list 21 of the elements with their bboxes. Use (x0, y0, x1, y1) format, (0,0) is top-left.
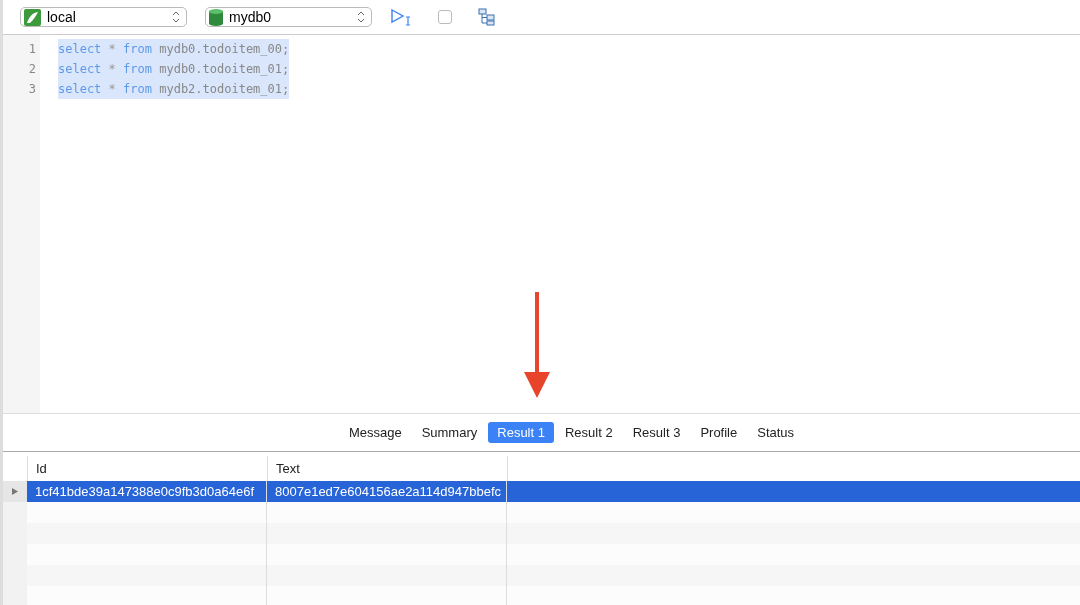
database-select[interactable]: mydb0 (205, 7, 372, 27)
connection-select[interactable]: local (20, 7, 187, 27)
result-tab[interactable]: Profile (691, 422, 747, 443)
database-icon (209, 8, 223, 26)
run-icon[interactable] (390, 8, 412, 26)
table-row[interactable]: 1cf41bde39a147388e0c9fb3d0a64e6f 8007e1ed7e604156ae2a114d947bbefc (3, 481, 1080, 502)
checkbox[interactable] (438, 10, 452, 24)
result-tab[interactable]: Result 3 (623, 422, 690, 443)
line-number: 3 (27, 81, 37, 98)
schema-icon[interactable] (478, 8, 496, 26)
result-tab[interactable]: Summary (412, 422, 487, 443)
line-number: 1 (27, 41, 37, 58)
connection-icon (24, 8, 41, 26)
row-marker-icon (12, 488, 18, 495)
line-number: 2 (27, 61, 37, 78)
result-tab[interactable]: Result 2 (555, 422, 622, 443)
chevron-icon (172, 11, 180, 23)
chevron-icon (357, 11, 365, 23)
result-tab[interactable]: Message (339, 422, 411, 443)
result-tab[interactable]: Status (748, 422, 804, 443)
result-tab[interactable]: Result 1 (488, 422, 554, 443)
